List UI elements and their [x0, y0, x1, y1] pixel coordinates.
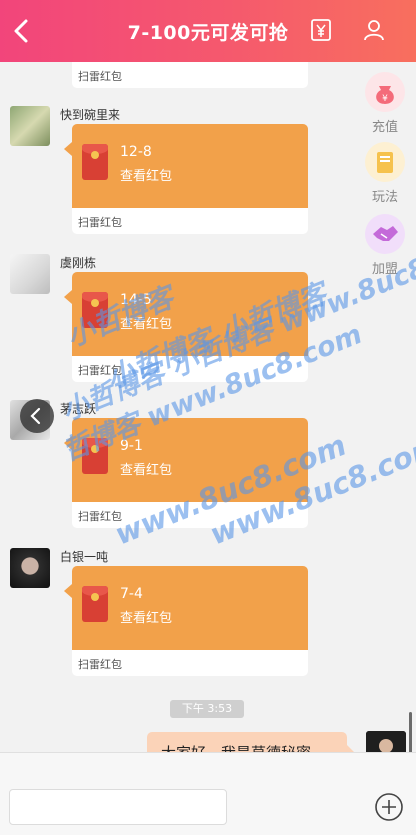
- view-red-packet-label: 查看红包: [120, 317, 173, 332]
- red-packet-type: 扫雷红包: [78, 216, 122, 229]
- red-envelope-icon: [82, 292, 108, 328]
- chat-title: 7-100元可发可抢: [127, 22, 289, 44]
- red-packet[interactable]: 7-4 查看红包 扫雷红包: [64, 566, 308, 676]
- red-packet-amount: 12-8: [120, 144, 152, 160]
- red-packet-type: 扫雷红包: [78, 70, 122, 83]
- red-packet[interactable]: 扫雷红包: [72, 62, 308, 88]
- side-item-join[interactable]: 加盟: [362, 214, 408, 277]
- view-red-packet-label: 查看红包: [120, 611, 173, 626]
- book-icon: [365, 142, 405, 182]
- sender-name: 快到碗里来: [60, 108, 121, 122]
- sender-name: 虞刚栋: [60, 256, 97, 270]
- red-packet-amount: 14-5: [120, 292, 152, 308]
- side-item-rules[interactable]: 玩法: [362, 142, 408, 205]
- red-packet-type: 扫雷红包: [78, 658, 122, 671]
- side-item-label: 加盟: [371, 262, 398, 277]
- side-item-recharge[interactable]: ¥ 充值: [362, 72, 408, 135]
- red-packet-yen-icon[interactable]: [310, 18, 332, 42]
- red-packet-type: 扫雷红包: [78, 510, 122, 523]
- avatar[interactable]: [10, 548, 50, 588]
- avatar[interactable]: [10, 106, 50, 146]
- handshake-icon: [365, 214, 405, 254]
- view-red-packet-label: 查看红包: [120, 463, 173, 478]
- group-members-icon[interactable]: [362, 18, 386, 42]
- side-item-label: 玩法: [371, 190, 398, 205]
- red-envelope-icon: [82, 144, 108, 180]
- money-bag-icon: ¥: [365, 72, 405, 112]
- red-packet[interactable]: 14-5 查看红包 扫雷红包: [64, 272, 308, 382]
- my-message-text: 大家好，我是草德秘密: [161, 742, 311, 752]
- input-bar: [0, 752, 416, 835]
- message-input[interactable]: [9, 789, 227, 825]
- chevron-left-icon: [30, 407, 41, 425]
- sender-name: 茅志跃: [60, 402, 97, 416]
- scrollbar[interactable]: [409, 712, 412, 752]
- side-item-label: 充值: [371, 120, 398, 135]
- chat-header: 7-100元可发可抢: [0, 0, 416, 62]
- red-envelope-icon: [82, 586, 108, 622]
- red-packet[interactable]: 12-8 查看红包 扫雷红包: [64, 124, 308, 234]
- avatar[interactable]: [10, 254, 50, 294]
- chat-area[interactable]: 扫雷红包 快到碗里来 12-8 查看红包 扫雷红包 虞刚栋 14-5 查看红包 …: [0, 62, 416, 752]
- red-packet-type: 扫雷红包: [78, 364, 122, 377]
- floating-back-button[interactable]: [20, 399, 54, 433]
- timestamp-badge: 下午 3:53: [170, 700, 244, 718]
- red-packet[interactable]: 9-1 查看红包 扫雷红包: [64, 418, 308, 528]
- red-packet-amount: 7-4: [120, 586, 143, 602]
- my-message-bubble[interactable]: 大家好，我是草德秘密: [147, 732, 354, 752]
- red-envelope-icon: [82, 438, 108, 474]
- add-plus-icon[interactable]: [374, 792, 404, 822]
- my-avatar[interactable]: [366, 731, 406, 752]
- red-packet-amount: 9-1: [120, 438, 143, 454]
- svg-text:¥: ¥: [382, 94, 388, 104]
- view-red-packet-label: 查看红包: [120, 169, 173, 184]
- sender-name: 白银一吨: [60, 550, 109, 564]
